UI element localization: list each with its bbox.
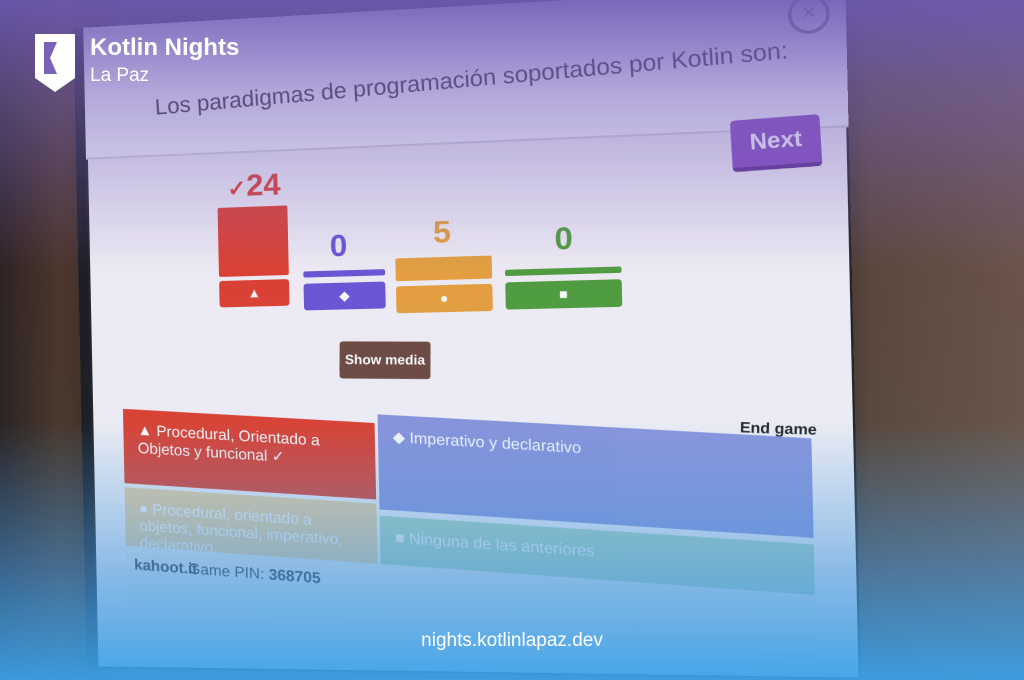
circle-icon: ● (138, 500, 149, 518)
result-count-4: 0 (554, 221, 574, 257)
brand-title: Kotlin Nights (90, 34, 240, 61)
projection-screen: Los paradigmas de programación soportado… (73, 0, 862, 680)
result-shape-3: ● (395, 283, 493, 314)
answer-text-4: Ninguna de las anteriores (408, 530, 595, 561)
result-count-2: 0 (329, 228, 348, 264)
answer-text-2: Imperativo y declarativo (409, 429, 582, 458)
square-icon: ■ (394, 529, 405, 548)
next-button[interactable]: Next (729, 114, 823, 173)
correct-check-icon: ✓ (271, 447, 285, 466)
game-pin-value: 368705 (268, 566, 321, 588)
result-count-3: 5 (432, 215, 452, 251)
kotlin-nights-logo-icon (35, 34, 75, 92)
result-shape-2: ◆ (303, 281, 386, 311)
show-media-button[interactable]: Show media (339, 341, 431, 380)
answer-text-1: Procedural, Orientado a Objetos y funcio… (137, 422, 320, 465)
brand-subtitle: La Paz (90, 65, 150, 86)
result-shape-4: ■ (505, 279, 623, 310)
game-pin-label: Game PIN: (188, 560, 265, 584)
correct-check-icon: ✓ (227, 175, 247, 202)
result-count-1: ✓24 (227, 167, 281, 203)
result-bar-2 (303, 269, 386, 278)
result-bar-1 (217, 205, 289, 277)
triangle-icon: ▲ (137, 421, 153, 440)
close-icon[interactable]: × (787, 0, 831, 35)
diamond-icon: ◆ (392, 428, 406, 447)
question-text: Los paradigmas de programación soportado… (154, 36, 789, 120)
game-pin: Game PIN: 368705 (188, 560, 320, 587)
result-shape-1: ▲ (219, 279, 290, 308)
result-bar-4 (504, 266, 622, 277)
result-bar-3 (395, 255, 493, 282)
site-url-link[interactable]: nights.kotlinlapaz.dev (0, 630, 1024, 652)
answer-option-1: ▲ Procedural, Orientado a Objetos y func… (122, 408, 377, 500)
